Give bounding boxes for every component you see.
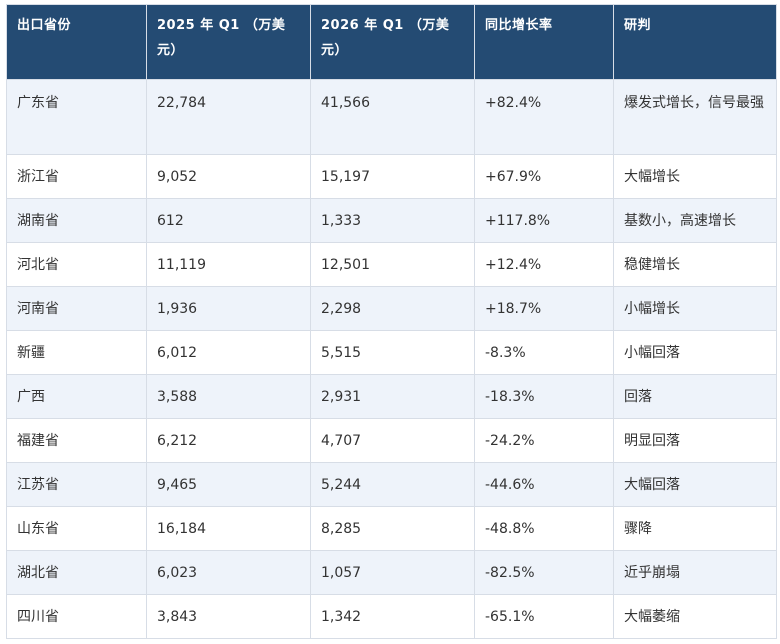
cell-2025-q1: 16,184: [146, 506, 311, 551]
cell-yoy-growth: -65.1%: [474, 594, 614, 639]
header-yoy-growth: 同比增长率: [474, 4, 614, 80]
data-table: 出口省份 2025 年 Q1 （万美元） 2026 年 Q1 （万美元） 同比增…: [6, 4, 777, 639]
cell-2026-q1: 41,566: [310, 79, 475, 155]
export-province-table: 出口省份 2025 年 Q1 （万美元） 2026 年 Q1 （万美元） 同比增…: [6, 4, 777, 639]
cell-province: 湖南省: [6, 198, 147, 243]
cell-2025-q1: 3,843: [146, 594, 311, 639]
cell-2025-q1: 22,784: [146, 79, 311, 155]
table-row: 河北省 11,119 12,501 +12.4% 稳健增长: [6, 242, 777, 287]
cell-yoy-growth: -24.2%: [474, 418, 614, 463]
cell-province: 福建省: [6, 418, 147, 463]
cell-province: 江苏省: [6, 462, 147, 507]
cell-assessment: 小幅增长: [613, 286, 777, 331]
header-2026-q1: 2026 年 Q1 （万美元）: [310, 4, 475, 80]
cell-assessment: 爆发式增长，信号最强: [613, 79, 777, 155]
cell-assessment: 大幅回落: [613, 462, 777, 507]
cell-yoy-growth: +18.7%: [474, 286, 614, 331]
cell-yoy-growth: +82.4%: [474, 79, 614, 155]
cell-2025-q1: 612: [146, 198, 311, 243]
cell-2025-q1: 11,119: [146, 242, 311, 287]
cell-assessment: 基数小，高速增长: [613, 198, 777, 243]
cell-assessment: 稳健增长: [613, 242, 777, 287]
cell-2026-q1: 15,197: [310, 154, 475, 199]
cell-yoy-growth: -44.6%: [474, 462, 614, 507]
cell-province: 河南省: [6, 286, 147, 331]
cell-assessment: 小幅回落: [613, 330, 777, 375]
table-row: 四川省 3,843 1,342 -65.1% 大幅萎缩: [6, 594, 777, 639]
cell-yoy-growth: +117.8%: [474, 198, 614, 243]
cell-2026-q1: 2,931: [310, 374, 475, 419]
cell-province: 浙江省: [6, 154, 147, 199]
cell-yoy-growth: +12.4%: [474, 242, 614, 287]
cell-assessment: 骤降: [613, 506, 777, 551]
cell-province: 河北省: [6, 242, 147, 287]
cell-2026-q1: 8,285: [310, 506, 475, 551]
table-row: 山东省 16,184 8,285 -48.8% 骤降: [6, 506, 777, 551]
cell-2026-q1: 1,342: [310, 594, 475, 639]
cell-2026-q1: 1,333: [310, 198, 475, 243]
cell-assessment: 近乎崩塌: [613, 550, 777, 595]
table-row: 广东省 22,784 41,566 +82.4% 爆发式增长，信号最强: [6, 79, 777, 155]
cell-2026-q1: 4,707: [310, 418, 475, 463]
cell-assessment: 大幅萎缩: [613, 594, 777, 639]
table-row: 广西 3,588 2,931 -18.3% 回落: [6, 374, 777, 419]
cell-2026-q1: 1,057: [310, 550, 475, 595]
cell-2025-q1: 1,936: [146, 286, 311, 331]
cell-province: 四川省: [6, 594, 147, 639]
cell-2025-q1: 9,052: [146, 154, 311, 199]
cell-2025-q1: 6,212: [146, 418, 311, 463]
cell-yoy-growth: -8.3%: [474, 330, 614, 375]
table-row: 浙江省 9,052 15,197 +67.9% 大幅增长: [6, 154, 777, 199]
table-header-row: 出口省份 2025 年 Q1 （万美元） 2026 年 Q1 （万美元） 同比增…: [6, 4, 777, 80]
cell-assessment: 明显回落: [613, 418, 777, 463]
table-row: 新疆 6,012 5,515 -8.3% 小幅回落: [6, 330, 777, 375]
cell-province: 湖北省: [6, 550, 147, 595]
cell-2025-q1: 6,023: [146, 550, 311, 595]
cell-assessment: 回落: [613, 374, 777, 419]
cell-assessment: 大幅增长: [613, 154, 777, 199]
cell-2026-q1: 5,244: [310, 462, 475, 507]
cell-yoy-growth: -82.5%: [474, 550, 614, 595]
cell-2026-q1: 2,298: [310, 286, 475, 331]
table-row: 湖南省 612 1,333 +117.8% 基数小，高速增长: [6, 198, 777, 243]
cell-yoy-growth: +67.9%: [474, 154, 614, 199]
table-row: 福建省 6,212 4,707 -24.2% 明显回落: [6, 418, 777, 463]
cell-province: 新疆: [6, 330, 147, 375]
cell-yoy-growth: -18.3%: [474, 374, 614, 419]
cell-yoy-growth: -48.8%: [474, 506, 614, 551]
cell-2025-q1: 9,465: [146, 462, 311, 507]
table-row: 河南省 1,936 2,298 +18.7% 小幅增长: [6, 286, 777, 331]
cell-province: 山东省: [6, 506, 147, 551]
table-row: 江苏省 9,465 5,244 -44.6% 大幅回落: [6, 462, 777, 507]
header-2025-q1: 2025 年 Q1 （万美元）: [146, 4, 311, 80]
cell-2025-q1: 6,012: [146, 330, 311, 375]
header-assessment: 研判: [613, 4, 777, 80]
cell-province: 广西: [6, 374, 147, 419]
cell-2026-q1: 12,501: [310, 242, 475, 287]
header-province: 出口省份: [6, 4, 147, 80]
table-row: 湖北省 6,023 1,057 -82.5% 近乎崩塌: [6, 550, 777, 595]
cell-province: 广东省: [6, 79, 147, 155]
cell-2026-q1: 5,515: [310, 330, 475, 375]
cell-2025-q1: 3,588: [146, 374, 311, 419]
